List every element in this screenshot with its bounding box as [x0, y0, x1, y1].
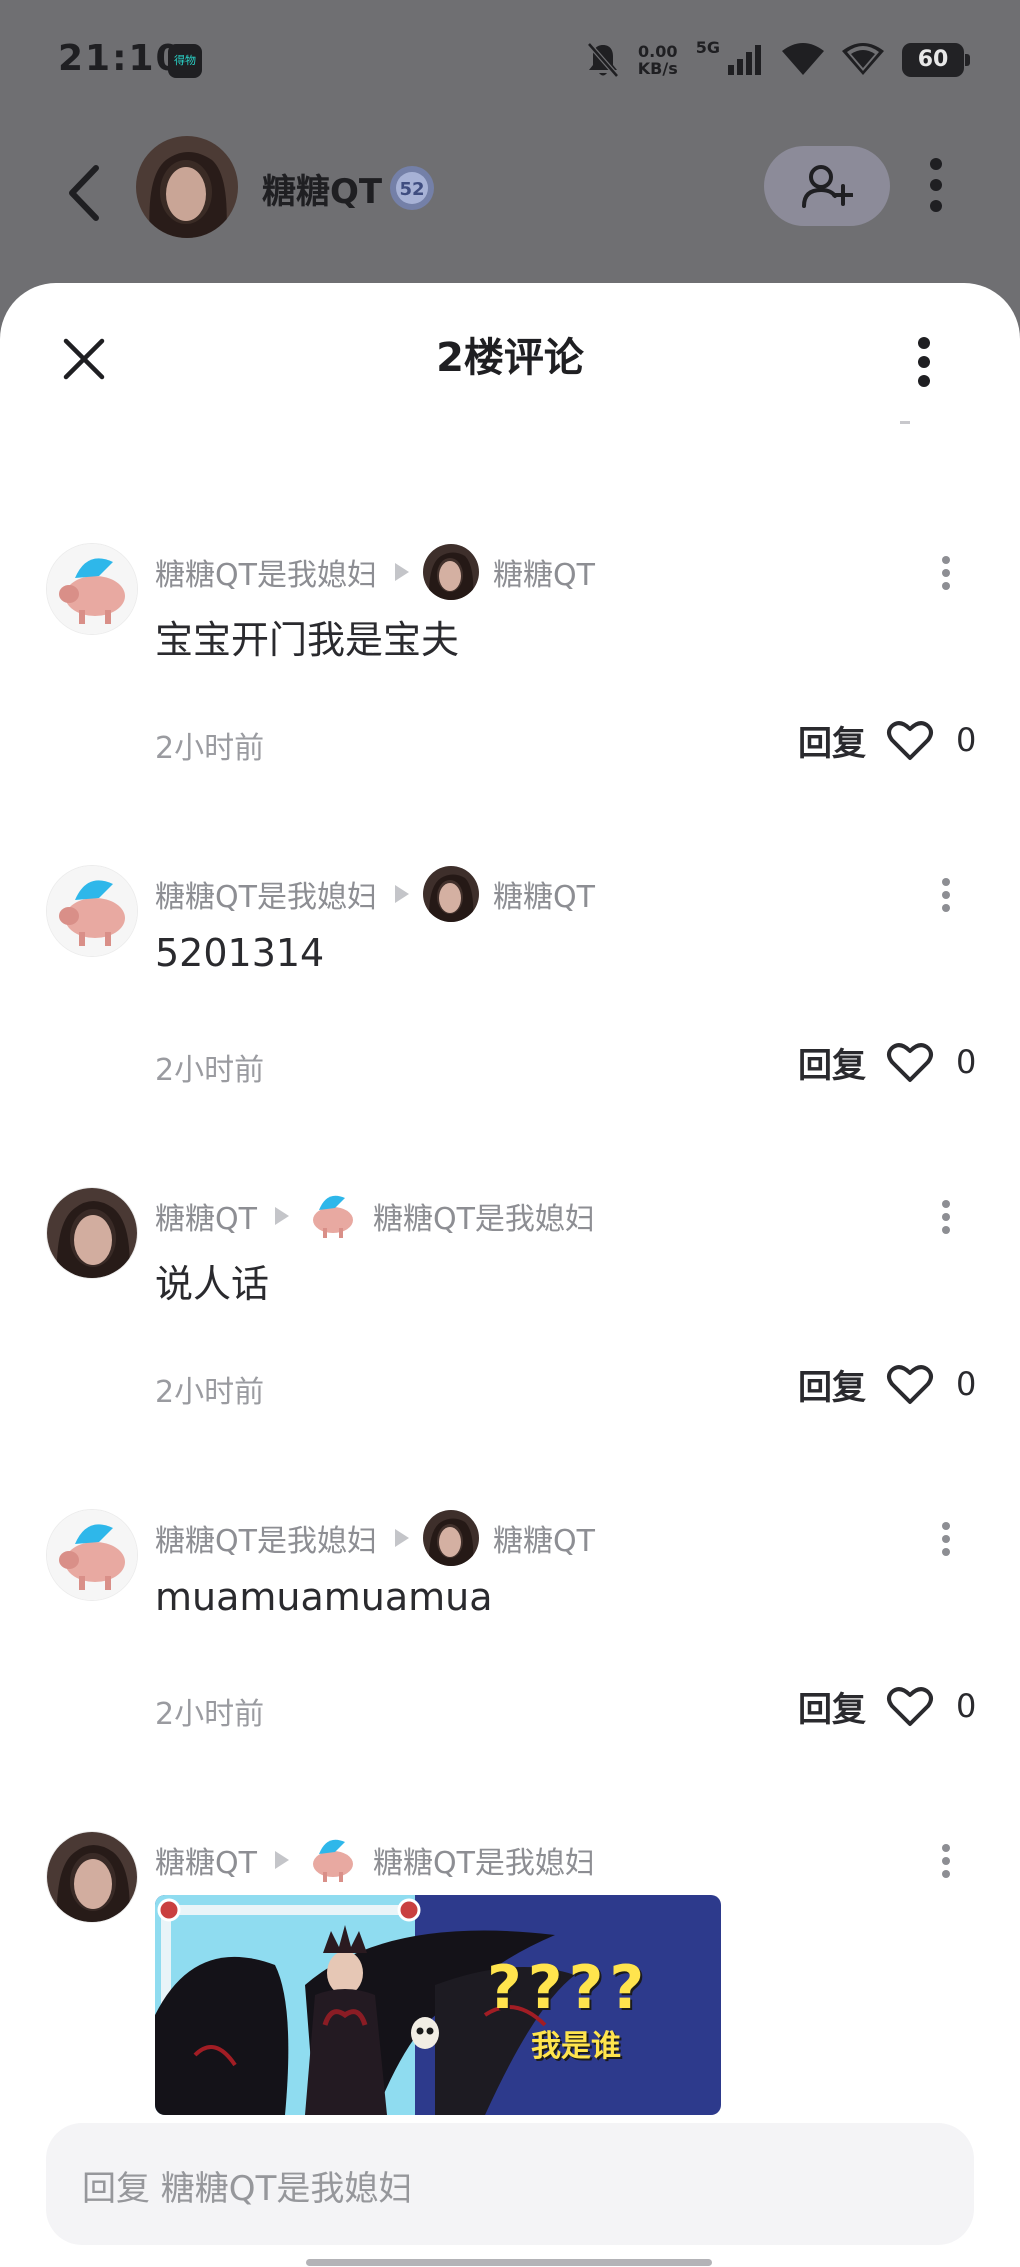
comment-author[interactable]: 糖糖QT是我媳妇	[155, 872, 377, 916]
comment-sheet: 2楼评论 糖糖QT是我媳妇 糖糖QT 宝宝开门我是宝夫 2小时前 回复 0 糖糖…	[0, 283, 1020, 2267]
reply-arrow-icon	[394, 885, 409, 903]
heart-outline-icon[interactable]	[886, 1684, 934, 1728]
user-plus-icon	[802, 165, 853, 208]
comment-actions: 回复 0	[798, 1677, 976, 1735]
more-vertical-icon[interactable]	[934, 1519, 958, 1559]
more-vertical-icon[interactable]	[934, 1197, 958, 1237]
reply-to-avatar[interactable]	[302, 1188, 359, 1244]
comment-actions: 回复 0	[798, 1033, 976, 1091]
net-speed-unit: KB/s	[637, 59, 678, 78]
comment-author[interactable]: 糖糖QT	[155, 1194, 257, 1238]
comment-time: 2小时前	[155, 731, 265, 766]
comment-meta: 糖糖QT 糖糖QT是我媳妇	[155, 1187, 595, 1245]
comment-time: 2小时前	[155, 1053, 265, 1088]
reply-to-avatar[interactable]	[422, 866, 479, 922]
comment-meta: 糖糖QT是我媳妇 糖糖QT	[155, 543, 595, 601]
reply-to-name[interactable]: 糖糖QT	[493, 872, 595, 916]
comment-text: muamuamuamua	[155, 1575, 493, 1619]
screen: 21:10 得物 0.00 KB/s 5G 60 糖糖QT 52 2楼评论 糖糖…	[0, 0, 1020, 2267]
comment-author[interactable]: 糖糖QT是我媳妇	[155, 1516, 377, 1560]
reply-to-name[interactable]: 糖糖QT	[493, 1516, 595, 1560]
reply-to-avatar[interactable]	[422, 544, 479, 600]
wifi-icon	[782, 43, 824, 75]
comment-avatar-pig[interactable]	[46, 543, 138, 635]
battery-indicator: 60	[902, 43, 970, 77]
mute-icon	[586, 42, 619, 78]
reply-to-avatar[interactable]	[302, 1832, 359, 1888]
heart-outline-icon[interactable]	[886, 718, 934, 762]
reply-input-placeholder: 回复 糖糖QT是我媳妇	[82, 2169, 413, 2209]
reply-arrow-icon	[274, 1207, 289, 1225]
comment-text: 说人话	[155, 1262, 270, 1306]
comment-avatar-girl[interactable]	[46, 1187, 138, 1279]
comment-actions: 回复 0	[798, 1355, 976, 1413]
comment-avatar-girl[interactable]	[46, 1831, 138, 1923]
reply-to-avatar[interactable]	[422, 1510, 479, 1566]
home-indicator[interactable]	[306, 2259, 712, 2266]
status-icons: 0.00 KB/s 5G 60	[586, 38, 970, 82]
follow-button[interactable]	[764, 146, 890, 226]
reply-to-name[interactable]: 糖糖QT是我媳妇	[373, 1194, 595, 1238]
image-caption: 我是谁	[531, 2029, 621, 2064]
wifi-icon-secondary	[842, 43, 884, 75]
comment-author[interactable]: 糖糖QT	[155, 1838, 257, 1882]
sheet-title: 2楼评论	[436, 335, 584, 381]
reply-arrow-icon	[394, 1529, 409, 1547]
comment-time: 2小时前	[155, 1697, 265, 1732]
comment-meta: 糖糖QT 糖糖QT是我媳妇	[155, 1831, 595, 1889]
status-bar: 21:10 得物 0.00 KB/s 5G 60	[0, 0, 1020, 120]
reply-button[interactable]: 回复	[798, 1038, 866, 1087]
reply-to-name[interactable]: 糖糖QT是我媳妇	[373, 1838, 595, 1882]
more-vertical-icon[interactable]	[934, 553, 958, 593]
more-vertical-icon[interactable]	[934, 875, 958, 915]
comment-avatar-pig[interactable]	[46, 865, 138, 957]
more-vertical-icon[interactable]	[934, 1841, 958, 1881]
comment-avatar-pig[interactable]	[46, 1509, 138, 1601]
like-count: 0	[956, 1365, 977, 1403]
header-avatar[interactable]	[136, 136, 238, 238]
image-question-marks: ????	[487, 1953, 651, 2023]
level-badge: 52	[390, 166, 434, 210]
profile-header: 糖糖QT 52	[0, 120, 1020, 280]
comment-time: 2小时前	[155, 1375, 265, 1410]
heart-outline-icon[interactable]	[886, 1040, 934, 1084]
reply-to-name[interactable]: 糖糖QT	[493, 550, 595, 594]
comment-meta: 糖糖QT是我媳妇 糖糖QT	[155, 1509, 595, 1567]
status-time: 21:10	[58, 38, 183, 79]
more-vertical-icon[interactable]	[918, 150, 954, 220]
network-speed: 0.00 KB/s	[638, 43, 678, 77]
signal-type-label: 5G	[695, 38, 720, 57]
comment-image[interactable]: ???? 我是谁	[155, 1895, 721, 2115]
comment-text: 5201314	[155, 931, 325, 975]
reply-arrow-icon	[394, 563, 409, 581]
app-notification-badge: 得物	[168, 44, 202, 78]
header-username[interactable]: 糖糖QT	[262, 164, 382, 213]
back-arrow-icon[interactable]	[60, 158, 110, 228]
scroll-indicator	[900, 421, 910, 424]
like-count: 0	[956, 1687, 977, 1725]
reply-input[interactable]: 回复 糖糖QT是我媳妇	[46, 2123, 974, 2245]
like-count: 0	[956, 721, 977, 759]
net-speed-value: 0.00	[638, 42, 678, 61]
signal-icon	[728, 45, 761, 75]
comment-author[interactable]: 糖糖QT是我媳妇	[155, 550, 377, 594]
level-number: 52	[399, 179, 424, 200]
reply-button[interactable]: 回复	[798, 716, 866, 765]
more-vertical-icon[interactable]	[906, 327, 942, 397]
heart-outline-icon[interactable]	[886, 1362, 934, 1406]
reply-arrow-icon	[274, 1851, 289, 1869]
reply-button[interactable]: 回复	[798, 1682, 866, 1731]
like-count: 0	[956, 1043, 977, 1081]
comment-meta: 糖糖QT是我媳妇 糖糖QT	[155, 865, 595, 923]
reply-button[interactable]: 回复	[798, 1360, 866, 1409]
comment-text: 宝宝开门我是宝夫	[155, 618, 460, 662]
comment-actions: 回复 0	[798, 711, 976, 769]
